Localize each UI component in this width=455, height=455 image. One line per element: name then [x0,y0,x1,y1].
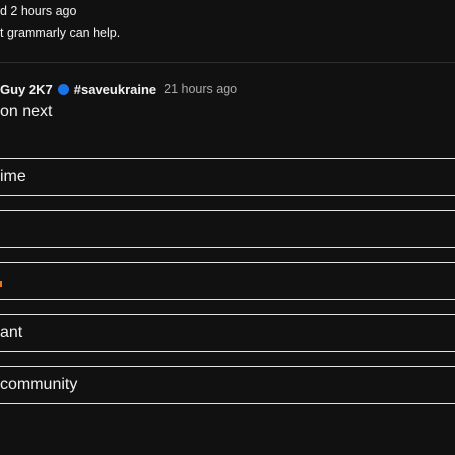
previous-comment-text: t grammarly can help. [0,26,121,40]
menu-option-4[interactable]: ant [0,314,455,352]
menu-option-label: community [0,376,78,393]
comment-timestamp[interactable]: 21 hours ago [164,82,237,96]
comment-header: Guy 2K7 #saveukraine 21 hours ago [0,81,237,97]
verified-badge-icon [57,83,69,95]
comment-divider [0,62,455,63]
comment-author[interactable]: Guy 2K7 [0,82,53,97]
menu-option-3[interactable] [0,262,455,300]
menu-option-5[interactable]: community [0,366,455,404]
menu-option-label: ime [0,168,26,185]
comment-text: on next [0,103,53,120]
menu-option-label: ant [0,324,23,341]
menu-option-1[interactable]: ime [0,158,455,196]
comments-panel: d 2 hours ago t grammarly can help. Guy … [0,0,455,455]
accent-mark [0,281,2,287]
previous-comment-meta: d 2 hours ago [0,4,77,18]
comment-hashtag[interactable]: #saveukraine [74,82,156,97]
menu-option-2[interactable] [0,210,455,248]
